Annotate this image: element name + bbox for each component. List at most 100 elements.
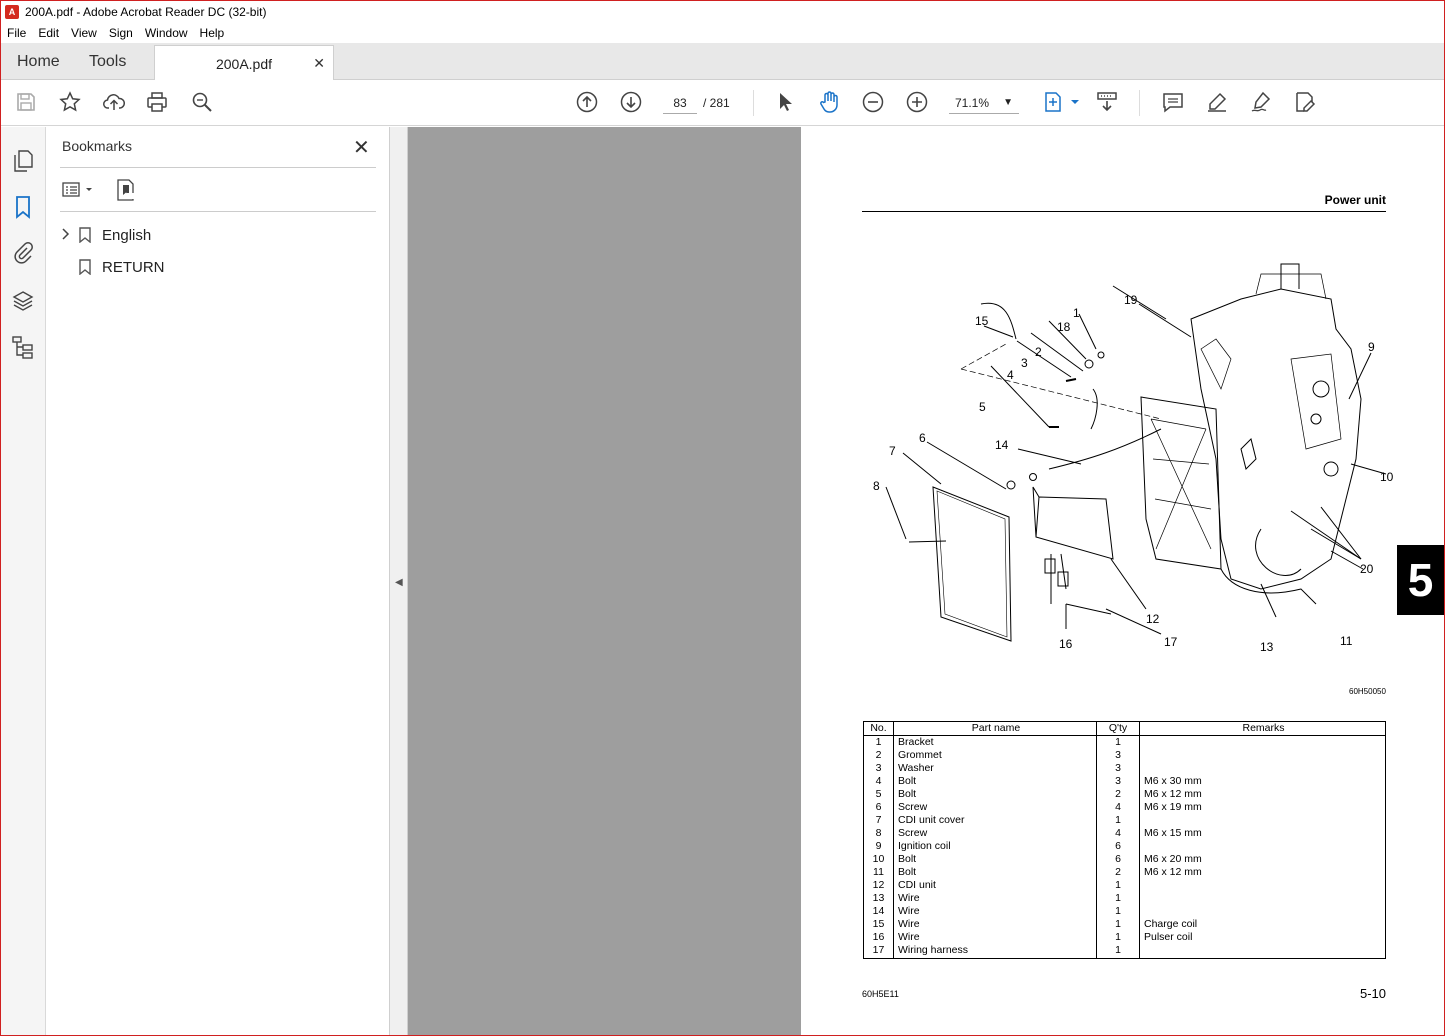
toolbar-divider — [1139, 90, 1140, 116]
cell-remarks: Pulser coil — [1139, 931, 1386, 944]
sign-pen-icon[interactable] — [1249, 90, 1273, 114]
callout-1: 1 — [1073, 306, 1080, 320]
page-thumbnails-icon[interactable] — [11, 149, 35, 173]
document-viewport[interactable]: Power unit 15 18 1 2 3 4 5 14 6 7 8 19 9… — [408, 127, 1444, 1035]
cell-no: 11 — [863, 866, 894, 879]
cell-part-name: Wire — [893, 892, 1097, 905]
cell-qty: 6 — [1096, 840, 1140, 853]
previous-page-icon[interactable] — [575, 90, 599, 114]
header-rule — [862, 211, 1386, 212]
collapse-left-icon[interactable]: ◀ — [395, 577, 403, 588]
fit-page-icon[interactable] — [1041, 90, 1065, 114]
panel-collapse-strip[interactable]: ◀ — [390, 127, 408, 1035]
cell-no: 17 — [863, 944, 894, 959]
menu-file[interactable]: File — [1, 26, 32, 40]
table-row: 8 Screw 4 M6 x 15 mm — [863, 827, 1386, 840]
table-header-row: No. Part name Q'ty Remarks — [863, 721, 1386, 736]
cell-qty: 3 — [1096, 762, 1140, 775]
cell-remarks — [1139, 735, 1386, 749]
find-zoom-icon[interactable] — [190, 90, 214, 114]
content-tree-icon[interactable] — [11, 335, 35, 359]
cell-part-name: Washer — [893, 762, 1097, 775]
cell-remarks: M6 x 19 mm — [1139, 801, 1386, 814]
page-total: / 281 — [703, 96, 730, 110]
hand-tool-icon[interactable] — [817, 90, 841, 114]
edit-form-icon[interactable] — [1293, 90, 1317, 114]
scroll-mode-icon[interactable] — [1095, 90, 1119, 114]
callout-8: 8 — [873, 479, 880, 493]
chevron-right-icon[interactable] — [60, 226, 72, 245]
cell-qty: 1 — [1096, 931, 1140, 944]
table-row: 13 Wire 1 — [863, 892, 1386, 905]
zoom-level-select[interactable]: 71.1% ▼ — [949, 92, 1019, 114]
new-bookmark-button[interactable] — [114, 178, 138, 202]
bookmark-options-button[interactable] — [62, 179, 96, 201]
menu-edit[interactable]: Edit — [32, 26, 65, 40]
upload-cloud-icon[interactable] — [102, 90, 126, 114]
menu-window[interactable]: Window — [139, 26, 194, 40]
layers-icon[interactable] — [11, 289, 35, 313]
chevron-down-icon: ▼ — [1003, 97, 1013, 108]
callout-5: 5 — [979, 400, 986, 414]
tab-document[interactable]: 200A.pdf ✕ — [154, 45, 334, 81]
list-options-icon — [62, 182, 92, 197]
bookmark-item-english[interactable]: English — [60, 223, 151, 247]
cell-remarks: M6 x 20 mm — [1139, 853, 1386, 866]
next-page-icon[interactable] — [619, 90, 643, 114]
cell-no: 8 — [863, 827, 894, 840]
cell-qty: 4 — [1096, 827, 1140, 840]
fit-options-caret-icon[interactable] — [1063, 90, 1079, 114]
cell-remarks — [1139, 944, 1386, 959]
select-cursor-icon[interactable] — [773, 90, 797, 114]
callout-3: 3 — [1021, 356, 1028, 370]
table-row: 3 Washer 3 — [863, 762, 1386, 775]
cell-no: 3 — [863, 762, 894, 775]
save-icon[interactable] — [14, 90, 38, 114]
callout-18: 18 — [1057, 320, 1071, 334]
table-row: 4 Bolt 3 M6 x 30 mm — [863, 775, 1386, 788]
cell-part-name: Screw — [893, 801, 1097, 814]
cell-no: 5 — [863, 788, 894, 801]
bookmark-label: English — [102, 226, 152, 244]
callout-15: 15 — [975, 314, 989, 328]
page-number-label: 5-10 — [1359, 986, 1386, 1001]
window-title: 200A.pdf - Adobe Acrobat Reader DC (32-b… — [25, 4, 267, 19]
cell-part-name: Bolt — [893, 775, 1097, 788]
cell-no: 16 — [863, 931, 894, 944]
cell-remarks — [1139, 814, 1386, 827]
menu-bar: File Edit View Sign Window Help — [1, 22, 1444, 43]
table-row: 5 Bolt 2 M6 x 12 mm — [863, 788, 1386, 801]
cell-qty: 1 — [1096, 905, 1140, 918]
cell-remarks — [1139, 892, 1386, 905]
cell-remarks — [1139, 840, 1386, 853]
bookmark-panel-icon[interactable] — [11, 195, 35, 219]
close-tab-icon[interactable]: ✕ — [313, 55, 325, 72]
page-number-input[interactable]: 83 — [663, 92, 697, 114]
zoom-in-icon[interactable] — [905, 90, 929, 114]
bookmark-icon — [78, 227, 92, 244]
menu-help[interactable]: Help — [194, 26, 231, 40]
highlight-pen-icon[interactable] — [1205, 90, 1229, 114]
zoom-out-icon[interactable] — [861, 90, 885, 114]
tab-bar: Home Tools 200A.pdf ✕ — [1, 43, 1444, 81]
tab-home[interactable]: Home — [17, 43, 60, 80]
print-icon[interactable] — [145, 90, 169, 114]
header-part-name: Part name — [893, 721, 1097, 736]
star-icon[interactable] — [58, 90, 82, 114]
menu-sign[interactable]: Sign — [103, 26, 139, 40]
bookmark-item-return[interactable]: RETURN — [60, 255, 165, 279]
callout-7: 7 — [889, 444, 896, 458]
cell-no: 13 — [863, 892, 894, 905]
attachments-paperclip-icon[interactable] — [11, 241, 35, 265]
cell-part-name: Wire — [893, 931, 1097, 944]
menu-view[interactable]: View — [65, 26, 103, 40]
cell-remarks — [1139, 749, 1386, 762]
comment-icon[interactable] — [1161, 90, 1185, 114]
cell-remarks — [1139, 905, 1386, 918]
tab-tools[interactable]: Tools — [89, 43, 126, 80]
bookmark-icon — [78, 259, 92, 276]
close-panel-icon[interactable]: ✕ — [353, 135, 370, 160]
callout-19: 19 — [1124, 293, 1138, 307]
callout-11: 11 — [1340, 634, 1353, 648]
parts-table: No. Part name Q'ty Remarks 1 Bracket 1 2 Gro… — [863, 721, 1386, 959]
